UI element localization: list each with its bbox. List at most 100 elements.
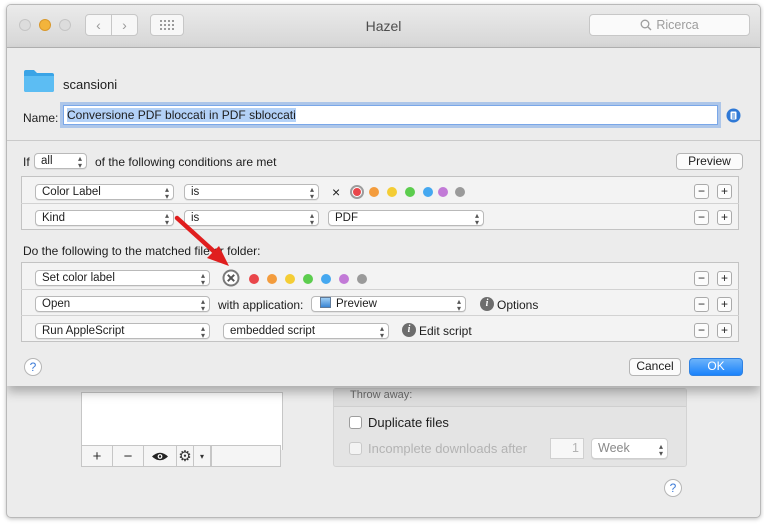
action-value: Open (42, 298, 71, 310)
remove-action-button[interactable]: − (694, 297, 709, 312)
updown-arrows-icon: ▴ ▾ (658, 442, 663, 458)
preview-rule-button[interactable] (144, 446, 177, 466)
add-action-button[interactable]: + (717, 271, 732, 286)
separator (7, 140, 760, 141)
help-button-background[interactable]: ? (664, 479, 682, 497)
remove-action-button[interactable]: − (694, 323, 709, 338)
updown-arrows-icon: ▴ ▾ (309, 185, 314, 200)
ok-button[interactable]: OK (689, 358, 743, 376)
updown-arrows-icon: ▴ ▾ (200, 297, 205, 312)
add-condition-button[interactable]: + (717, 184, 732, 199)
folder-icon (24, 70, 54, 92)
remove-rule-button[interactable]: − (113, 446, 144, 466)
search-icon (640, 19, 652, 31)
condition-value-popup[interactable]: PDF ▴ ▾ (328, 210, 484, 226)
incomplete-downloads-count[interactable]: 1 (550, 438, 584, 459)
preview-button[interactable]: Preview (676, 153, 743, 170)
rule-actions-button[interactable]: ⚙ ▾ (177, 446, 212, 466)
label-color-yellow[interactable] (285, 274, 295, 284)
incomplete-downloads-label: Incomplete downloads after (368, 441, 527, 456)
folder-name: scansioni (63, 77, 118, 92)
conditions-suffix: of the following conditions are met (95, 155, 277, 169)
remove-condition-button[interactable]: − (694, 184, 709, 199)
condition-attribute-value: Color Label (42, 186, 101, 198)
application-popup[interactable]: Preview ▴ ▾ (311, 296, 466, 312)
chevron-down-icon: ▾ (194, 446, 211, 466)
unit-value: Week (598, 441, 630, 455)
label-color-red-selected[interactable] (350, 185, 364, 199)
condition-attribute-popup[interactable]: Color Label ▴ ▾ (35, 184, 174, 200)
rules-list-toolbar: + − ⚙ ▾ (81, 445, 281, 467)
duplicate-files-checkbox[interactable] (349, 416, 362, 429)
action-value: Run AppleScript (42, 325, 125, 337)
condition-operator-popup[interactable]: is ▴ ▾ (184, 184, 319, 200)
label-color-orange[interactable] (267, 274, 277, 284)
application-value: Preview (336, 298, 377, 310)
label-color-purple[interactable] (438, 187, 448, 197)
label-color-gray[interactable] (357, 274, 367, 284)
match-mode-popup[interactable]: all ▴ ▾ (34, 153, 87, 169)
add-rule-button[interactable]: + (82, 446, 113, 466)
updown-arrows-icon: ▴ ▾ (200, 324, 205, 339)
condition-value: PDF (335, 212, 358, 224)
updown-arrows-icon: ▴ ▾ (164, 185, 169, 200)
updown-arrows-icon: ▴ ▾ (309, 211, 314, 226)
add-condition-button[interactable]: + (717, 210, 732, 225)
row-divider (21, 289, 739, 290)
hazel-window: ‹ › Hazel Ricerca + − ⚙ ▾ Throw away: Du… (6, 4, 761, 518)
remove-action-button[interactable]: − (694, 271, 709, 286)
cancel-button[interactable]: Cancel (629, 358, 681, 376)
remove-condition-button[interactable]: − (694, 210, 709, 225)
eye-icon (152, 452, 168, 460)
panel-header: Throw away: (334, 389, 686, 407)
add-action-button[interactable]: + (717, 323, 732, 338)
updown-arrows-icon: ▴ ▾ (379, 324, 384, 339)
incomplete-downloads-checkbox[interactable] (349, 442, 362, 455)
search-placeholder: Ricerca (656, 18, 699, 32)
duplicate-files-label: Duplicate files (368, 415, 449, 430)
with-application-label: with application: (218, 298, 304, 312)
label-color-orange[interactable] (369, 187, 379, 197)
condition-attribute-value: Kind (42, 212, 66, 224)
edit-script-button[interactable]: Edit script (419, 324, 472, 338)
action-popup[interactable]: Run AppleScript ▴ ▾ (35, 323, 210, 339)
label-color-yellow[interactable] (387, 187, 397, 197)
info-icon[interactable]: i (480, 297, 494, 311)
condition-attribute-popup[interactable]: Kind ▴ ▾ (35, 210, 174, 226)
label-color-purple[interactable] (339, 274, 349, 284)
label-color-green[interactable] (303, 274, 313, 284)
clear-label-button[interactable]: × (332, 184, 340, 200)
condition-operator-value: is (191, 186, 200, 198)
label-color-green[interactable] (405, 187, 415, 197)
options-button[interactable]: Options (497, 298, 538, 312)
rule-name-input[interactable]: Conversione PDF bloccati in PDF sbloccat… (63, 105, 718, 125)
script-source-popup[interactable]: embedded script ▴ ▾ (223, 323, 389, 339)
updown-arrows-icon: ▴ ▾ (77, 154, 82, 169)
label-color-blue[interactable] (423, 187, 433, 197)
gear-icon: ⚙ (177, 446, 194, 466)
rules-list[interactable] (81, 392, 283, 450)
match-mode-value: all (41, 155, 53, 167)
updown-arrows-icon: ▴ ▾ (456, 297, 461, 312)
incomplete-downloads-unit[interactable]: Week ▴ ▾ (591, 438, 668, 459)
preview-app-icon (320, 297, 331, 308)
search-field[interactable]: Ricerca (589, 14, 750, 36)
label-color-blue[interactable] (321, 274, 331, 284)
help-button[interactable]: ? (24, 358, 42, 376)
trash-options-panel: Throw away: Duplicate files Incomplete d… (333, 388, 687, 467)
label-color-red[interactable] (249, 274, 259, 284)
script-source-value: embedded script (230, 325, 316, 337)
action-popup[interactable]: Open ▴ ▾ (35, 296, 210, 312)
label-color-gray[interactable] (455, 187, 465, 197)
info-icon[interactable]: i (402, 323, 416, 337)
notes-icon[interactable] (726, 108, 741, 123)
updown-arrows-icon: ▴ ▾ (164, 211, 169, 226)
row-divider (21, 203, 739, 204)
annotation-arrow (174, 215, 229, 266)
label-color-red (353, 188, 361, 196)
updown-arrows-icon: ▴ ▾ (474, 211, 479, 226)
rule-name-value: Conversione PDF bloccati in PDF sbloccat… (67, 108, 296, 122)
row-divider (21, 315, 739, 316)
name-label: Name: (23, 111, 59, 125)
add-action-button[interactable]: + (717, 297, 732, 312)
